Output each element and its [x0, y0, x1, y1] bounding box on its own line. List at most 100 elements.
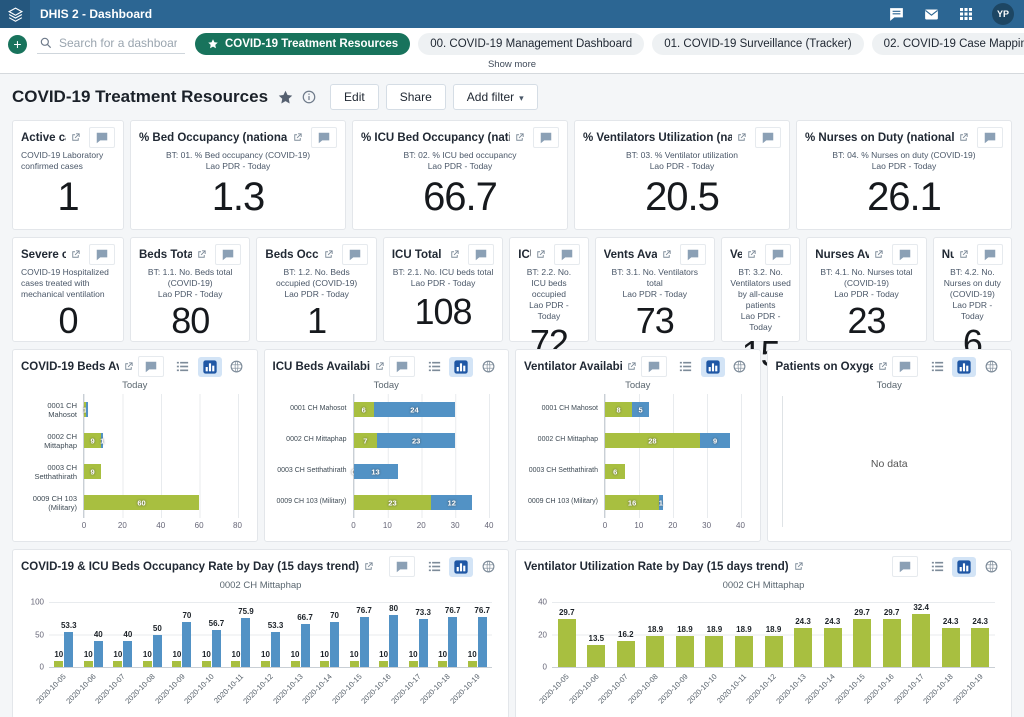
bar[interactable] [172, 661, 181, 668]
bar-segment[interactable]: 9 [700, 433, 730, 448]
bar[interactable] [765, 636, 783, 667]
bar-segment[interactable]: 24 [374, 402, 455, 417]
messages-icon[interactable] [922, 5, 940, 23]
bar[interactable] [330, 622, 339, 668]
comment-icon[interactable] [977, 127, 1003, 148]
bar-segment[interactable]: 23 [354, 495, 432, 510]
chart-view-icon[interactable] [952, 357, 976, 377]
bar-segment[interactable]: 28 [605, 433, 700, 448]
bar[interactable] [291, 661, 300, 668]
open-in-data-visualizer-icon[interactable] [661, 249, 672, 260]
bar-segment[interactable]: 13 [354, 464, 398, 479]
bar[interactable] [143, 661, 152, 668]
bar[interactable] [202, 661, 211, 668]
bar[interactable] [409, 661, 418, 668]
open-in-data-visualizer-icon[interactable] [70, 249, 81, 260]
bar-segment[interactable]: 9 [84, 433, 101, 448]
bar[interactable] [617, 641, 635, 667]
bar[interactable] [271, 632, 280, 667]
bar[interactable] [853, 619, 871, 667]
open-in-data-visualizer-icon[interactable] [736, 132, 747, 143]
open-in-data-visualizer-icon[interactable] [363, 561, 374, 572]
table-view-icon[interactable] [674, 357, 698, 377]
comment-icon[interactable] [389, 356, 415, 377]
info-icon[interactable] [301, 89, 317, 105]
bar[interactable] [231, 661, 240, 668]
comment-icon[interactable] [892, 556, 918, 577]
comment-icon[interactable] [977, 244, 1003, 265]
bar-segment[interactable]: 1 [101, 433, 103, 448]
table-view-icon[interactable] [422, 357, 446, 377]
chart-view-icon[interactable] [198, 357, 222, 377]
bar[interactable] [379, 661, 388, 668]
bar[interactable] [646, 636, 664, 667]
bar[interactable] [123, 641, 132, 667]
comment-icon[interactable] [892, 356, 918, 377]
comment-icon[interactable] [311, 127, 337, 148]
search-input[interactable] [59, 36, 177, 50]
chart-view-icon[interactable] [449, 357, 473, 377]
comment-icon[interactable] [765, 244, 791, 265]
comment-icon[interactable] [342, 244, 368, 265]
comment-icon[interactable] [554, 244, 580, 265]
chart-view-icon[interactable] [952, 557, 976, 577]
table-view-icon[interactable] [925, 357, 949, 377]
bar-segment[interactable]: 1 [659, 495, 662, 510]
bar[interactable] [448, 617, 457, 667]
open-in-data-visualizer-icon[interactable] [626, 361, 637, 372]
comment-icon[interactable] [389, 556, 415, 577]
open-in-data-visualizer-icon[interactable] [292, 132, 303, 143]
add-dashboard-button[interactable]: + [8, 35, 27, 54]
bar-segment[interactable]: 8 [605, 402, 632, 417]
comment-icon[interactable] [468, 244, 494, 265]
bar[interactable] [676, 636, 694, 667]
bar[interactable] [794, 628, 812, 667]
comment-icon[interactable] [641, 356, 667, 377]
bar[interactable] [971, 628, 989, 667]
apps-menu-icon[interactable] [957, 5, 975, 23]
bar[interactable] [360, 617, 369, 667]
bar-segment[interactable]: 60 [84, 495, 199, 510]
bar[interactable] [64, 632, 73, 667]
bar[interactable] [735, 636, 753, 667]
map-view-icon[interactable] [476, 357, 500, 377]
open-in-data-visualizer-icon[interactable] [70, 132, 81, 143]
star-favorite-icon[interactable] [277, 89, 294, 106]
dashboard-chip[interactable]: 02. COVID-19 Case Mapping (Tracker) [872, 33, 1024, 55]
bar-segment[interactable]: 5 [632, 402, 649, 417]
open-in-data-visualizer-icon[interactable] [123, 361, 134, 372]
open-in-data-visualizer-icon[interactable] [746, 249, 757, 260]
map-view-icon[interactable] [979, 557, 1003, 577]
bar[interactable] [912, 614, 930, 667]
bar[interactable] [942, 628, 960, 667]
comment-icon[interactable] [89, 127, 115, 148]
table-view-icon[interactable] [422, 557, 446, 577]
open-in-data-visualizer-icon[interactable] [196, 249, 207, 260]
bar-segment[interactable]: 6 [354, 402, 374, 417]
bar-segment[interactable]: 6 [605, 464, 625, 479]
table-view-icon[interactable] [925, 557, 949, 577]
comment-icon[interactable] [138, 356, 164, 377]
bar[interactable] [587, 645, 605, 667]
user-avatar[interactable]: YP [992, 3, 1014, 25]
show-more-button[interactable]: Show more [8, 55, 1016, 73]
bar[interactable] [153, 635, 162, 668]
open-in-data-visualizer-icon[interactable] [374, 361, 385, 372]
bar[interactable] [113, 661, 122, 668]
bar[interactable] [212, 630, 221, 667]
dashboard-chip[interactable]: COVID-19 Treatment Resources [195, 33, 410, 55]
bar-segment[interactable]: 16 [605, 495, 659, 510]
bar-segment[interactable]: 12 [431, 495, 472, 510]
bar[interactable] [438, 661, 447, 668]
interpretations-icon[interactable] [887, 5, 905, 23]
bar[interactable] [94, 641, 103, 667]
open-in-data-visualizer-icon[interactable] [873, 249, 884, 260]
bar-segment[interactable]: 23 [377, 433, 455, 448]
map-view-icon[interactable] [728, 357, 752, 377]
table-view-icon[interactable] [171, 357, 195, 377]
bar[interactable] [261, 661, 270, 668]
comment-icon[interactable] [680, 244, 706, 265]
bar[interactable] [320, 661, 329, 668]
dhis2-logo-icon[interactable] [0, 0, 30, 28]
bar[interactable] [241, 618, 250, 667]
